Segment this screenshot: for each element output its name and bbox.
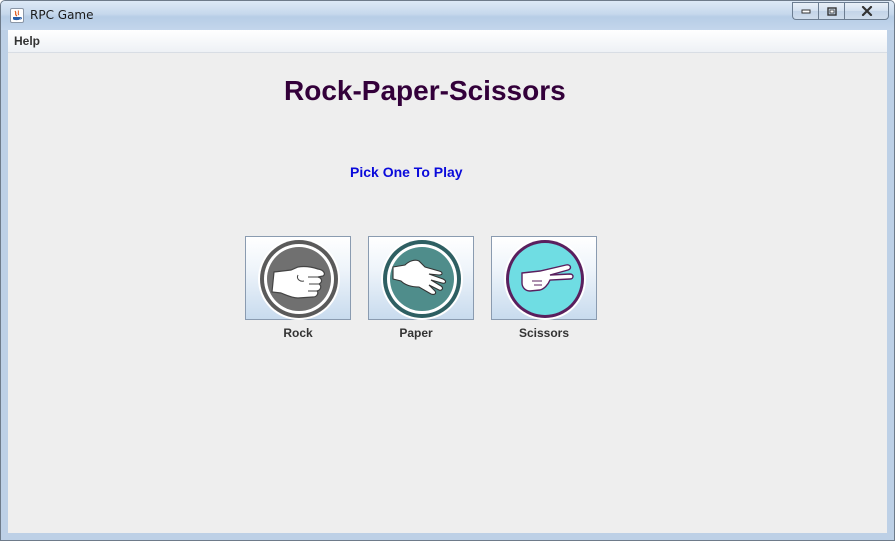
play-prompt: Pick One To Play	[350, 164, 463, 180]
minimize-button[interactable]	[792, 2, 818, 20]
rock-label: Rock	[283, 326, 313, 340]
window-bottom-frame	[1, 533, 894, 540]
fist-icon	[258, 238, 340, 320]
minimize-icon	[801, 9, 810, 14]
scissors-label: Scissors	[518, 326, 570, 340]
close-icon	[861, 6, 872, 16]
open-hand-icon	[381, 238, 463, 320]
game-heading: Rock-Paper-Scissors	[284, 75, 566, 106]
rock-button[interactable]	[245, 236, 351, 320]
window-title: RPC Game	[30, 8, 94, 22]
title-bar[interactable]: RPC Game	[1, 1, 894, 30]
game-panel: Rock-Paper-Scissors Pick One To Play Roc…	[8, 53, 887, 533]
close-button[interactable]	[844, 2, 889, 20]
java-app-icon	[10, 8, 24, 23]
maximize-button[interactable]	[818, 2, 844, 20]
app-window: RPC Game Help Rock-Paper-Scissors Pick O…	[0, 0, 895, 541]
paper-label: Paper	[399, 326, 433, 340]
menu-help[interactable]: Help	[14, 34, 40, 48]
two-fingers-icon	[504, 238, 586, 320]
menu-bar: Help	[8, 30, 887, 53]
scissors-button[interactable]	[491, 236, 597, 320]
paper-button[interactable]	[368, 236, 474, 320]
maximize-icon	[826, 6, 837, 16]
window-controls	[792, 2, 889, 21]
